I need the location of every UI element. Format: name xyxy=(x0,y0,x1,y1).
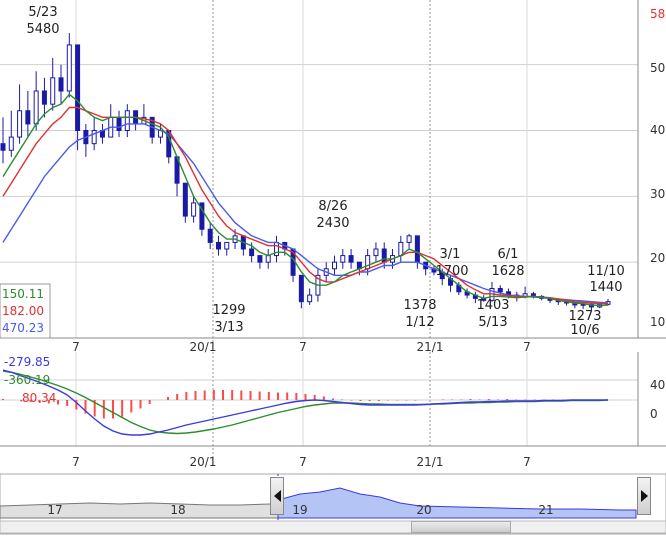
candle-body xyxy=(116,116,122,132)
macd-y-tick-40: 40 xyxy=(650,378,665,392)
candle-body xyxy=(224,241,230,250)
price-y-tick-40: 40 xyxy=(650,123,665,137)
ma-label-long: 470.23 xyxy=(2,321,44,335)
candle-body xyxy=(257,255,263,263)
macd-x-tick-1: 7 xyxy=(72,455,80,469)
annotation-value-9: 1440 xyxy=(589,280,622,295)
annotation-date-7: 6/1 xyxy=(498,247,519,262)
nav-label-17: 17 xyxy=(47,503,62,517)
annotation-value-2: 1299 xyxy=(212,303,245,318)
nav-label-21: 21 xyxy=(538,503,553,517)
candle-body xyxy=(75,44,81,132)
price-x-tick-3: 7 xyxy=(299,340,307,354)
candle-body xyxy=(50,77,56,105)
candle-body xyxy=(191,202,197,217)
stock-chart: 58 50 40 30 20 10 7 20/1 7 21/1 7 5/23 5… xyxy=(0,0,666,535)
candle-body xyxy=(58,77,64,92)
candle-body xyxy=(124,110,130,131)
macd-y-tick-0: 0 xyxy=(650,407,658,421)
candle-body xyxy=(17,110,23,138)
macd-histogram xyxy=(2,390,600,419)
candle-body xyxy=(33,90,39,125)
annotation-date-9: 11/10 xyxy=(587,264,624,279)
annotation-date-1: 5/23 xyxy=(28,5,57,20)
macd-grid xyxy=(0,352,638,446)
candle-body xyxy=(340,255,346,263)
macd-x-tick-3: 7 xyxy=(299,455,307,469)
annotation-value-4: 1378 xyxy=(403,298,436,313)
navigator-left-handle[interactable] xyxy=(270,477,284,515)
annotation-date-8: 10/6 xyxy=(570,323,599,338)
annotation-date-6: 5/13 xyxy=(478,315,507,330)
candle-body xyxy=(298,274,304,303)
navigator-track xyxy=(0,520,666,534)
annotation-date-2: 3/13 xyxy=(214,320,243,335)
candle-body xyxy=(406,235,412,243)
candle-body xyxy=(249,248,255,257)
navigator-history xyxy=(0,502,279,519)
price-y-tick-30: 30 xyxy=(650,187,665,201)
price-y-tick-50: 50 xyxy=(650,61,665,75)
nav-label-20: 20 xyxy=(416,503,431,517)
candle-body xyxy=(348,255,354,263)
annotation-value-6: 1403 xyxy=(476,298,509,313)
price-x-tick-4: 21/1 xyxy=(417,340,444,354)
candle-body xyxy=(373,248,379,257)
macd-label-1: -279.85 xyxy=(4,355,50,369)
macd-x-tick-5: 7 xyxy=(523,455,531,469)
candle-body xyxy=(207,228,213,243)
macd-label-2: -360.19 xyxy=(4,373,50,387)
annotation-value-8: 1273 xyxy=(568,309,601,324)
candle-body xyxy=(414,235,420,263)
candle-body xyxy=(25,110,31,125)
candle-body xyxy=(497,288,503,293)
candle-body xyxy=(0,143,6,151)
nav-label-18: 18 xyxy=(170,503,185,517)
candle-body xyxy=(41,90,47,105)
navigator-right-handle[interactable] xyxy=(637,477,651,515)
annotation-value-3: 2430 xyxy=(316,216,349,231)
price-x-tick-1: 7 xyxy=(72,340,80,354)
annotation-value-5: 1700 xyxy=(435,264,468,279)
candle-body xyxy=(8,136,14,151)
candle-body xyxy=(307,294,313,303)
candle-body xyxy=(66,44,72,92)
price-y-tick-20: 20 xyxy=(650,251,665,265)
annotation-value-1: 5480 xyxy=(26,22,59,37)
candle-body xyxy=(332,261,338,270)
macd-label-3: 80.34 xyxy=(22,391,56,405)
candle-body xyxy=(182,182,188,217)
candle-body xyxy=(91,130,97,145)
annotation-date-4: 1/12 xyxy=(405,315,434,330)
annotation-value-7: 1628 xyxy=(491,264,524,279)
annotation-date-5: 3/1 xyxy=(440,247,461,262)
arrow-right-icon xyxy=(640,490,648,502)
macd-x-tick-2: 20/1 xyxy=(190,455,217,469)
price-y-tick-58: 58 xyxy=(650,7,665,21)
navigator-scrollbar-thumb[interactable] xyxy=(411,521,511,533)
macd-x-tick-4: 21/1 xyxy=(417,455,444,469)
ma-label-short: 150.11 xyxy=(2,287,44,301)
price-x-tick-5: 7 xyxy=(523,340,531,354)
nav-label-19: 19 xyxy=(292,503,307,517)
candle-body xyxy=(215,241,221,250)
candle-body xyxy=(265,255,271,263)
ma-label-mid: 182.00 xyxy=(2,304,44,318)
price-y-tick-10: 10 xyxy=(650,315,665,329)
annotation-date-3: 8/26 xyxy=(318,199,347,214)
arrow-left-icon xyxy=(273,490,281,502)
price-x-tick-2: 20/1 xyxy=(190,340,217,354)
